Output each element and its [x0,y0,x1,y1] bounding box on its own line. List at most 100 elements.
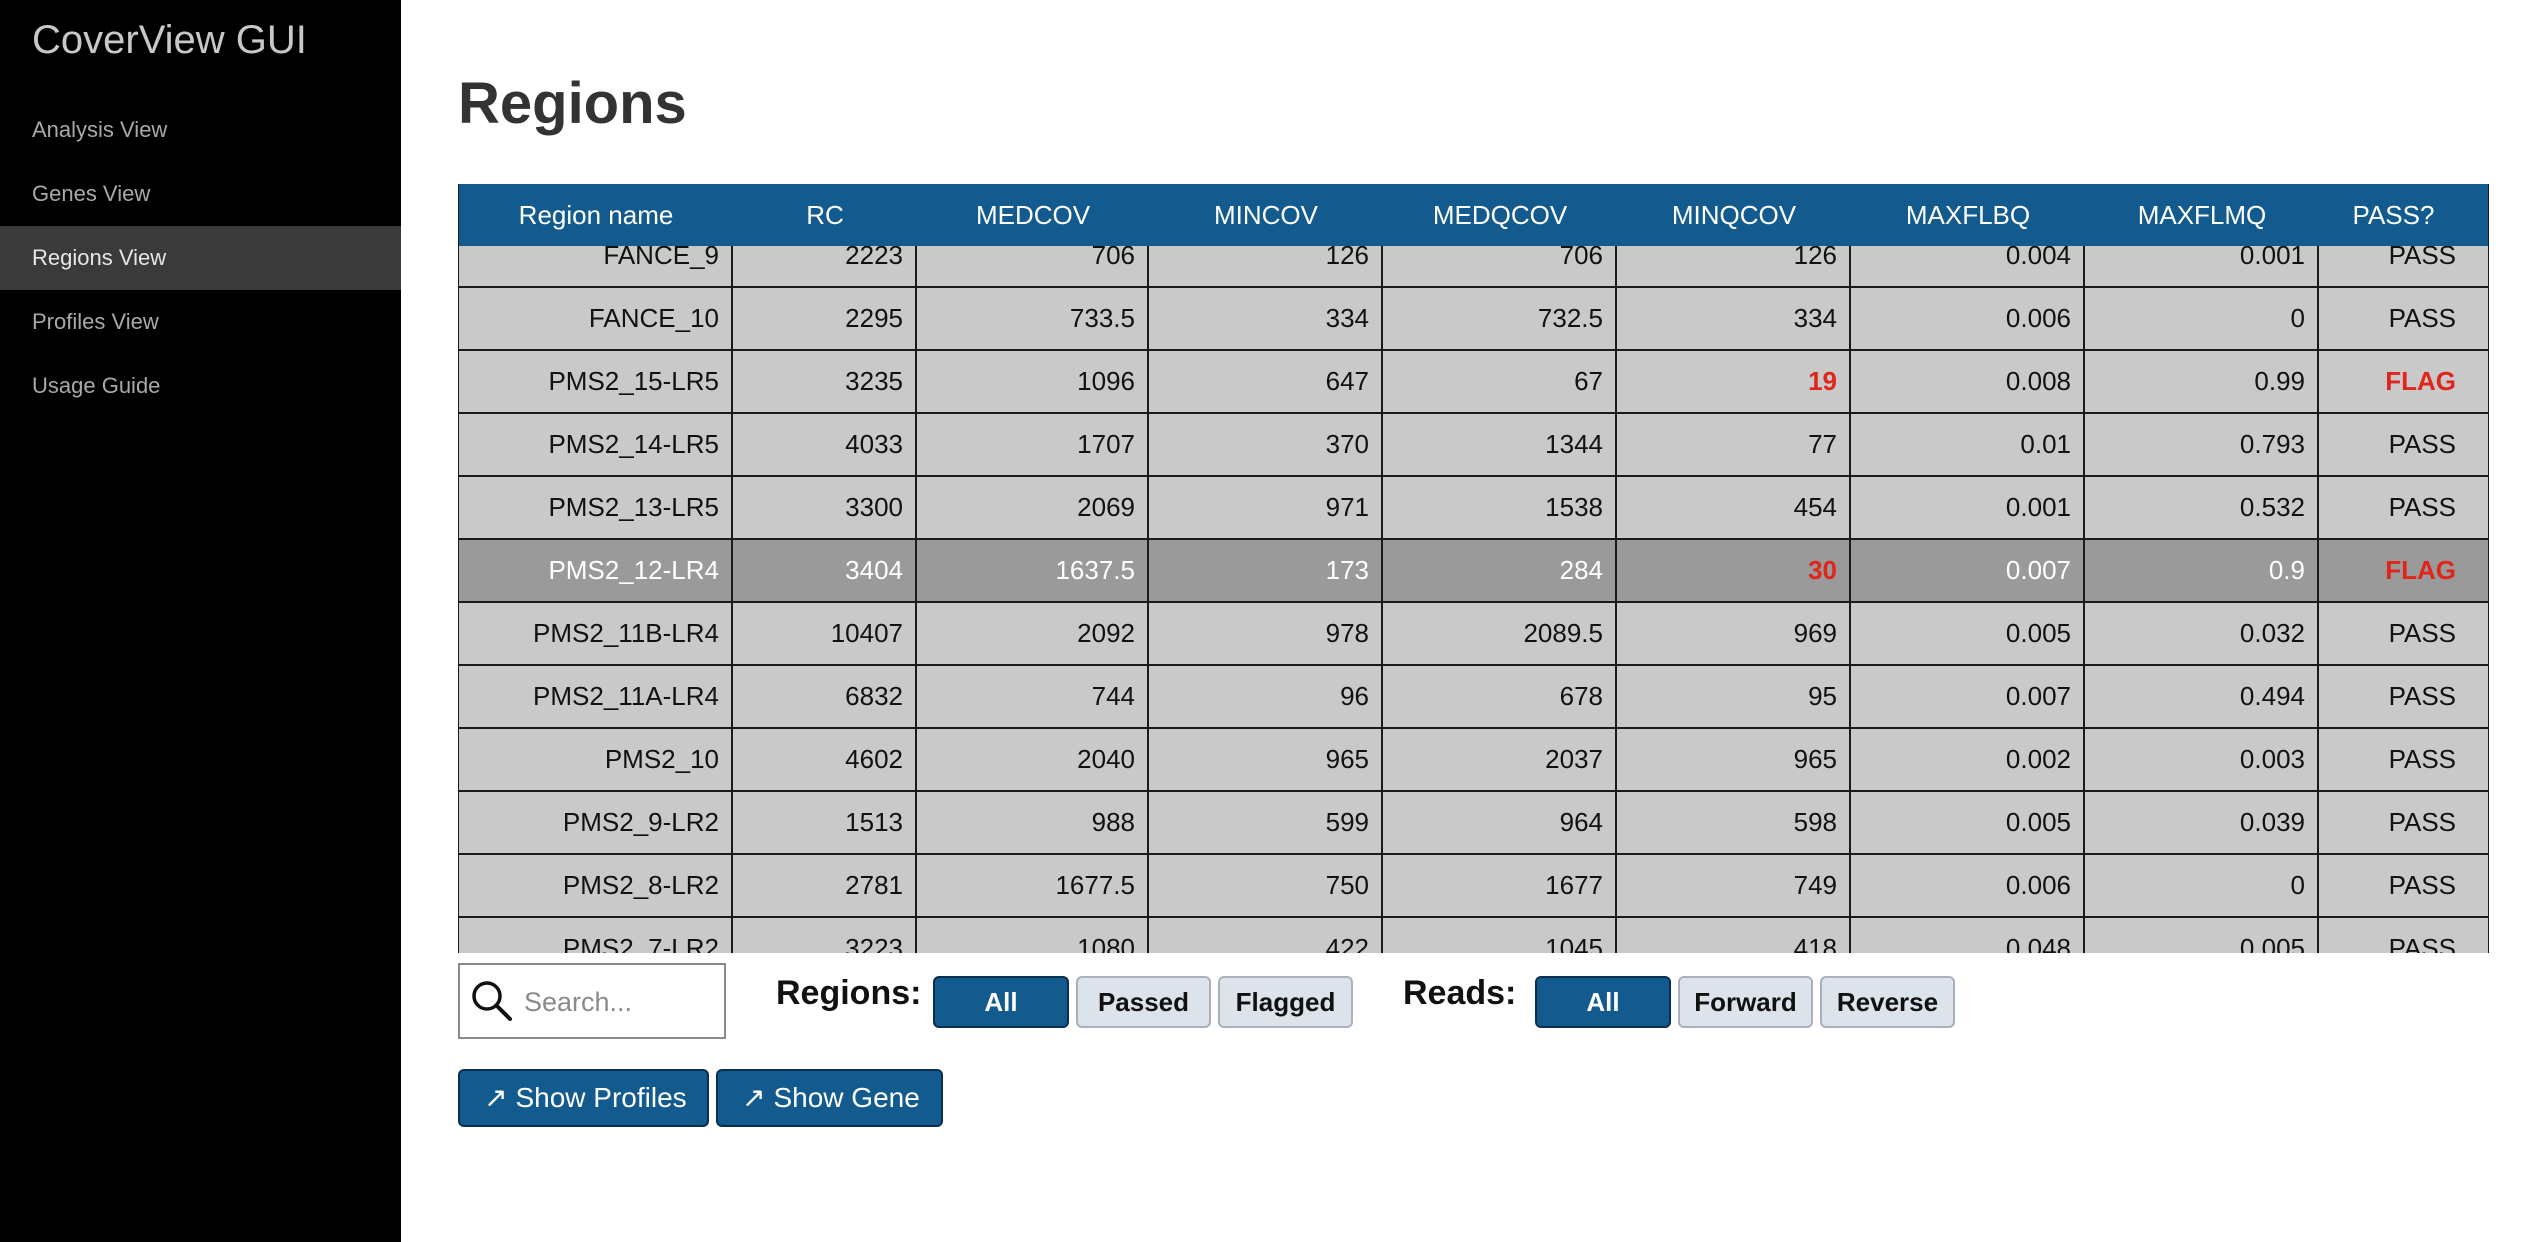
sidebar-item-genes-view[interactable]: Genes View [0,162,401,226]
cell-mincov: 126 [1149,246,1383,286]
table-row[interactable]: FANCE_10 2295 733.5 334 732.5 334 0.006 0 PASS [459,288,2488,351]
sidebar-item-regions-view[interactable]: Regions View [0,226,401,290]
external-arrow-icon: ↗ [742,1082,766,1113]
cell-rc: 3235 [733,351,917,412]
show-profiles-button[interactable]: ↗ Show Profiles [458,1069,709,1127]
column-header-rc[interactable]: RC [733,184,917,246]
table-row[interactable]: PMS2_15-LR5 3235 1096 647 67 19 0.008 0.99 FLAG [459,351,2488,414]
column-header-region-name[interactable]: Region name [459,184,733,246]
table-row[interactable]: PMS2_7-LR2 3223 1080 422 1045 418 0.048 0.005 PA… [459,918,2488,953]
cell-rc: 4602 [733,729,917,790]
column-header-minqcov[interactable]: MINQCOV [1617,184,1851,246]
cell-medcov: 706 [917,246,1149,286]
cell-mincov: 334 [1149,288,1383,349]
cell-medqcov: 1677 [1383,855,1617,916]
cell-medcov: 2040 [917,729,1149,790]
cell-medcov: 2092 [917,603,1149,664]
cell-maxflmq: 0.793 [2085,414,2319,475]
cell-pass: PASS [2388,870,2456,900]
table-row[interactable]: PMS2_10 4602 2040 965 2037 965 0.002 0.003 PASS [459,729,2488,792]
column-header-maxflmq[interactable]: MAXFLMQ [2085,184,2319,246]
cell-mincov: 750 [1149,855,1383,916]
cell-maxflmq: 0.032 [2085,603,2319,664]
cell-minqcov: 749 [1617,855,1851,916]
cell-region-name: PMS2_12-LR4 [459,540,733,601]
regions-filter-flagged[interactable]: Flagged [1218,976,1353,1028]
cell-medqcov: 284 [1383,540,1617,601]
cell-pass: FLAG [2385,366,2456,396]
cell-rc: 3223 [733,918,917,953]
regions-filter-label: Regions: [776,974,922,1012]
show-gene-button[interactable]: ↗ Show Gene [716,1069,943,1127]
cell-mincov: 422 [1149,918,1383,953]
reads-filter-reverse[interactable]: Reverse [1820,976,1955,1028]
cell-maxflmq: 0.039 [2085,792,2319,853]
cell-pass: FLAG [2385,555,2456,585]
cell-maxflmq: 0.005 [2085,918,2319,953]
table-row[interactable]: PMS2_11B-LR4 10407 2092 978 2089.5 969 0.005 0.… [459,603,2488,666]
column-header-pass[interactable]: PASS? [2319,184,2468,246]
reads-filter-forward[interactable]: Forward [1678,976,1813,1028]
cell-pass: PASS [2388,744,2456,774]
table-row[interactable]: PMS2_14-LR5 4033 1707 370 1344 77 0.01 0.793 PAS… [459,414,2488,477]
cell-rc: 3300 [733,477,917,538]
column-header-mincov[interactable]: MINCOV [1149,184,1383,246]
table-body-scroll[interactable]: FANCE_9 2223 706 126 706 126 0.004 0.001 PASS FAN… [459,246,2488,953]
column-header-maxflbq[interactable]: MAXFLBQ [1851,184,2085,246]
table-row[interactable]: PMS2_13-LR5 3300 2069 971 1538 454 0.001 0.532 P… [459,477,2488,540]
cell-medqcov: 1045 [1383,918,1617,953]
search-input[interactable] [522,979,722,1025]
table-rows: FANCE_9 2223 706 126 706 126 0.004 0.001 PASS FAN… [459,246,2488,953]
cell-region-name: PMS2_15-LR5 [459,351,733,412]
table-row[interactable]: PMS2_11A-LR4 6832 744 96 678 95 0.007 0.494 PASS [459,666,2488,729]
column-header-medcov[interactable]: MEDCOV [917,184,1149,246]
cell-maxflbq: 0.007 [1851,540,2085,601]
cell-medcov: 1707 [917,414,1149,475]
cell-maxflmq: 0.494 [2085,666,2319,727]
cell-rc: 6832 [733,666,917,727]
cell-maxflbq: 0.007 [1851,666,2085,727]
cell-maxflmq: 0.001 [2085,246,2319,286]
regions-table: Region name RC MEDCOV MINCOV MEDQCOV MINQCOV M… [458,184,2489,953]
sidebar-item-usage-guide[interactable]: Usage Guide [0,354,401,418]
table-row[interactable]: PMS2_9-LR2 1513 988 599 964 598 0.005 0.039 PASS [459,792,2488,855]
cell-rc: 2781 [733,855,917,916]
table-row[interactable]: FANCE_9 2223 706 126 706 126 0.004 0.001 PASS [459,246,2488,288]
cell-rc: 2223 [733,246,917,286]
cell-mincov: 599 [1149,792,1383,853]
app-title: CoverView GUI [32,18,307,62]
cell-minqcov: 418 [1617,918,1851,953]
cell-maxflbq: 0.006 [1851,855,2085,916]
cell-mincov: 370 [1149,414,1383,475]
cell-maxflbq: 0.004 [1851,246,2085,286]
cell-region-name: PMS2_14-LR5 [459,414,733,475]
cell-region-name: PMS2_8-LR2 [459,855,733,916]
cell-maxflmq: 0 [2085,855,2319,916]
cell-minqcov: 30 [1617,540,1851,601]
cell-maxflmq: 0.99 [2085,351,2319,412]
cell-maxflbq: 0.008 [1851,351,2085,412]
page-title: Regions [458,71,687,136]
sidebar-item-analysis-view[interactable]: Analysis View [0,98,401,162]
cell-medqcov: 1538 [1383,477,1617,538]
cell-mincov: 647 [1149,351,1383,412]
cell-maxflbq: 0.005 [1851,792,2085,853]
cell-maxflbq: 0.001 [1851,477,2085,538]
cell-medcov: 2069 [917,477,1149,538]
table-header: Region name RC MEDCOV MINCOV MEDQCOV MINQCOV M… [459,184,2488,246]
sidebar: CoverView GUI Analysis View Genes View R… [0,0,401,1242]
search-icon [472,981,512,1021]
table-row-selected[interactable]: PMS2_12-LR4 3404 1637.5 173 284 30 0.007 0.9 FLA… [459,540,2488,603]
reads-filter-all[interactable]: All [1535,976,1671,1028]
sidebar-item-profiles-view[interactable]: Profiles View [0,290,401,354]
cell-medqcov: 732.5 [1383,288,1617,349]
table-row[interactable]: PMS2_8-LR2 2781 1677.5 750 1677 749 0.006 0 PASS [459,855,2488,918]
cell-mincov: 971 [1149,477,1383,538]
cell-pass: PASS [2388,933,2456,953]
regions-filter-all[interactable]: All [933,976,1069,1028]
regions-filter-passed[interactable]: Passed [1076,976,1211,1028]
cell-rc: 3404 [733,540,917,601]
column-header-medqcov[interactable]: MEDQCOV [1383,184,1617,246]
cell-maxflmq: 0.532 [2085,477,2319,538]
cell-medqcov: 2089.5 [1383,603,1617,664]
